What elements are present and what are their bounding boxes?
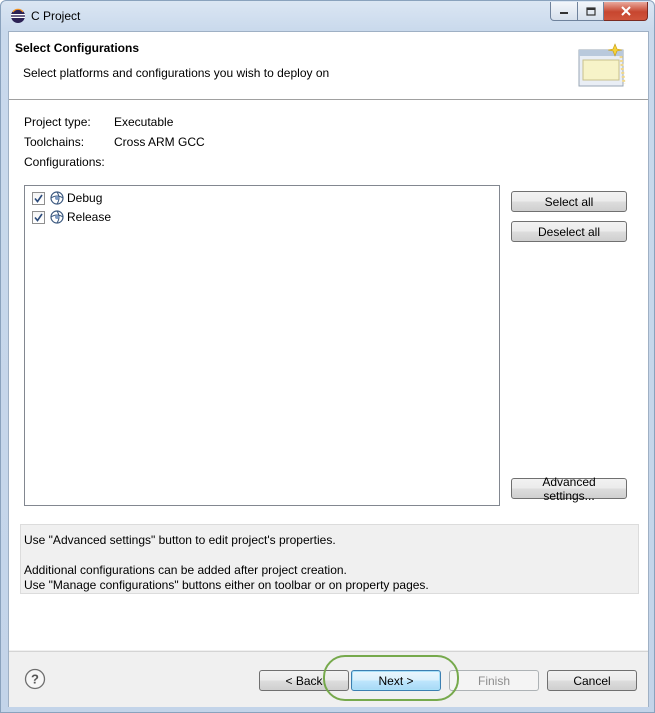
info-panel: Use "Advanced settings" button to edit p… <box>20 524 639 594</box>
toolchains-value: Cross ARM GCC <box>114 135 205 149</box>
info-manage-hint: Use "Manage configurations" buttons eith… <box>24 578 429 592</box>
maximize-button[interactable] <box>578 2 604 21</box>
configuration-icon <box>50 191 64 205</box>
configurations-label: Configurations: <box>24 155 105 169</box>
eclipse-icon <box>11 8 25 23</box>
advanced-settings-button[interactable]: Advanced settings... <box>511 475 627 503</box>
cancel-button[interactable]: Cancel <box>547 670 637 691</box>
title-bar[interactable]: C Project <box>1 1 654 31</box>
info-advanced-hint: Use "Advanced settings" button to edit p… <box>24 533 336 547</box>
debug-checkbox[interactable] <box>32 191 45 205</box>
dialog-client: Select Configurations Select platforms a… <box>8 31 649 707</box>
project-type-value: Executable <box>114 115 174 129</box>
minimize-button[interactable] <box>550 2 578 21</box>
configuration-label: Debug <box>67 191 103 205</box>
close-icon <box>620 6 631 16</box>
project-type-label: Project type: <box>24 115 91 129</box>
toolchains-label: Toolchains: <box>24 135 85 149</box>
check-icon <box>34 213 43 222</box>
next-highlight-annotation <box>323 655 459 701</box>
configuration-icon <box>50 210 64 224</box>
list-item-debug[interactable]: Debug <box>32 189 102 207</box>
svg-text:?: ? <box>31 672 39 687</box>
wizard-banner-icon <box>578 43 626 87</box>
page-title: Select Configurations <box>15 41 140 55</box>
maximize-icon <box>585 6 596 16</box>
close-button[interactable] <box>604 2 648 21</box>
wizard-header: Select Configurations Select platforms a… <box>9 32 648 100</box>
dialog-window: C Project Select Configurations Select p… <box>0 0 655 713</box>
check-icon <box>34 194 43 203</box>
configuration-label: Release <box>67 210 112 224</box>
minimize-icon <box>560 12 568 14</box>
window-title: C Project <box>31 9 81 23</box>
window-controls <box>550 2 648 21</box>
list-item-release[interactable]: Release <box>32 208 111 226</box>
info-additional-hint: Additional configurations can be added a… <box>24 563 347 577</box>
help-icon[interactable]: ? <box>24 668 46 690</box>
finish-button[interactable]: Finish <box>449 670 539 691</box>
release-checkbox[interactable] <box>32 210 45 224</box>
page-description: Select platforms and configurations you … <box>23 66 330 80</box>
deselect-all-button[interactable]: Deselect all <box>511 221 627 242</box>
configurations-list[interactable]: Debug Release <box>24 185 500 506</box>
select-all-button[interactable]: Select all <box>511 191 627 212</box>
